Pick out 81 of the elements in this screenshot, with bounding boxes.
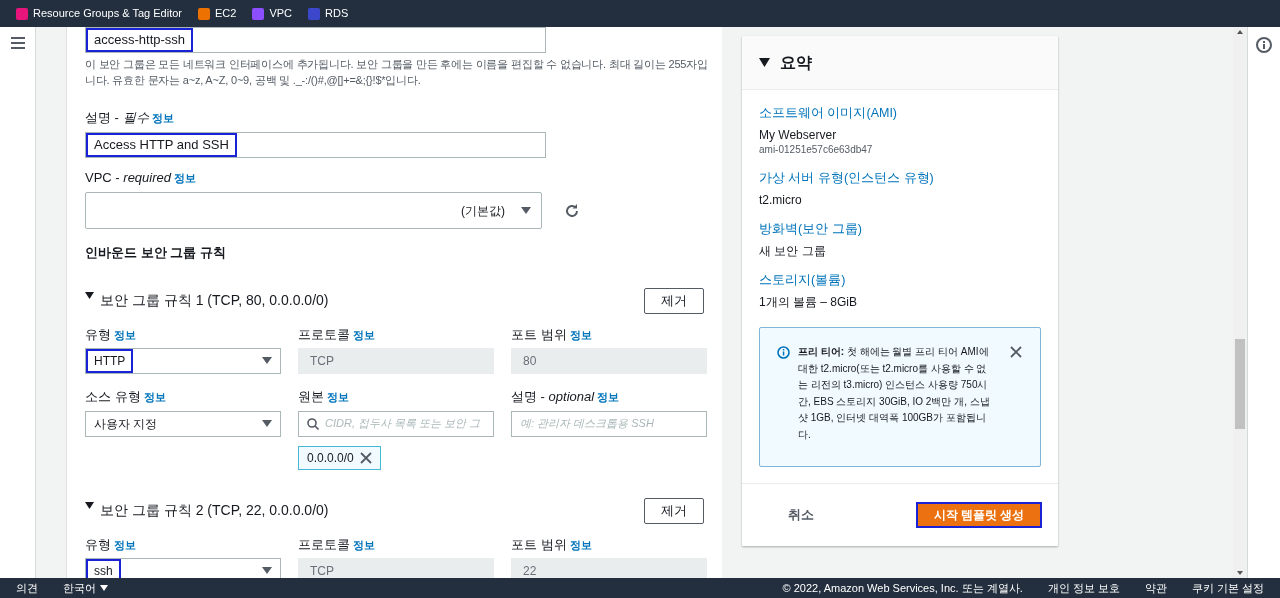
summary-value: 새 보안 그룹 — [759, 243, 827, 259]
caret-icon — [521, 206, 531, 215]
caret-icon — [262, 567, 272, 575]
summary-value: 1개의 볼륨 – 8GiB — [759, 294, 859, 310]
language-selector[interactable]: 한국어 — [63, 579, 108, 597]
name-field[interactable]: access-http-ssh — [85, 27, 546, 53]
field-label: 포트 범위 — [511, 325, 567, 344]
info-link[interactable]: 정보 — [569, 536, 592, 553]
info-link[interactable]: 정보 — [569, 326, 592, 343]
info-icon[interactable] — [1256, 37, 1272, 53]
caret-icon — [100, 585, 108, 591]
alert-text: 프리 티어: 첫 해에는 월별 프리 티어 AMI에 대한 t2.micro(또는 t2.micro를 사용할 수 없는 리전의 t3.micro) 인스턴스 사용량 750시간, EBS 스토리지 30GiB, IO 2백만 개, 스냅샷 1GB, 인터넷 대역폭 100GB가 포함됩니다. — [798, 345, 991, 442]
field-label: 설명 - 필수 — [85, 109, 149, 127]
field-label: 설명 - optional — [511, 388, 595, 406]
service-link[interactable]: VPC — [252, 5, 292, 22]
feedback-link[interactable]: 의견 — [16, 579, 38, 597]
refresh-icon[interactable] — [564, 202, 580, 219]
summary-heading[interactable]: 스토리지(볼륨) — [759, 271, 1041, 289]
disabled-field: 22 — [511, 558, 707, 578]
menu-icon[interactable] — [10, 37, 25, 49]
select-field[interactable]: HTTP — [85, 348, 281, 374]
info-icon — [777, 346, 790, 359]
field-label: 프로토콜 — [298, 535, 350, 554]
copyright-text: © 2022, Amazon Web Services, Inc. 또는 계열사. — [782, 580, 1023, 596]
close-icon[interactable] — [359, 451, 372, 464]
field-value: HTTP — [86, 349, 134, 373]
service-link[interactable]: RDS — [308, 5, 349, 22]
info-link[interactable]: 정보 — [327, 389, 349, 406]
filter-chip: 0.0.0.0/0 — [298, 445, 381, 470]
field-value: 사용자 지정 — [93, 415, 159, 433]
footer-link[interactable]: 약관 — [1144, 579, 1167, 597]
rule-title: 보안 그룹 규칙 2 (TCP, 22, 0.0.0.0/0) — [100, 501, 329, 520]
panel-title: 요약 — [780, 52, 812, 73]
info-link[interactable]: 정보 — [353, 536, 375, 553]
summary-value: t2.micro — [759, 192, 803, 208]
field-label: 원본 — [298, 388, 324, 406]
scrollbar[interactable] — [1233, 27, 1247, 578]
remove-button[interactable]: 제거 — [644, 287, 704, 314]
field-label: 포트 범위 — [511, 535, 567, 554]
disabled-field: TCP — [298, 558, 494, 578]
field-value: Access HTTP and SSH — [86, 132, 237, 157]
info-link[interactable]: 정보 — [151, 110, 174, 127]
cancel-button[interactable]: 취소 — [788, 505, 814, 525]
field-label: 소스 유형 — [85, 388, 141, 406]
field-label: VPC - required — [85, 168, 171, 187]
service-link[interactable]: Resource Groups & Tag Editor — [16, 5, 182, 22]
field-label: 유형 — [85, 535, 111, 554]
disabled-field: 80 — [511, 348, 707, 374]
select-field[interactable]: 사용자 지정 — [85, 410, 281, 437]
description-field[interactable]: Access HTTP and SSH — [85, 131, 546, 158]
expand-caret-icon[interactable] — [85, 502, 94, 509]
info-link[interactable]: 정보 — [353, 326, 375, 343]
rule-title: 보안 그룹 규칙 1 (TCP, 80, 0.0.0.0/0) — [100, 291, 329, 310]
field-label: 프로토콜 — [298, 325, 350, 344]
info-link[interactable]: 정보 — [597, 389, 620, 406]
summary-heading[interactable]: 가상 서버 유형(인스턴스 유형) — [759, 169, 1041, 187]
summary-id: ami-01251e57c6e63db47 — [759, 143, 874, 157]
section-heading: 인바운드 보안 그룹 규칙 — [85, 244, 227, 262]
info-link[interactable]: 정보 — [143, 389, 166, 406]
summary-heading[interactable]: 방화벽(보안 그룹) — [759, 220, 1041, 238]
caret-icon — [262, 357, 272, 365]
caret-icon — [262, 419, 272, 428]
field-label: 유형 — [85, 325, 111, 344]
expand-caret-icon[interactable] — [85, 292, 94, 299]
info-link[interactable]: 정보 — [174, 169, 196, 186]
summary-heading[interactable]: 소프트웨어 이미지(AMI) — [759, 104, 1041, 122]
close-icon[interactable] — [1010, 346, 1022, 358]
field-value: access-http-ssh — [86, 28, 194, 52]
footer-link[interactable]: 쿠키 기본 설정 — [1191, 579, 1264, 597]
info-link[interactable]: 정보 — [114, 326, 136, 343]
hint-text: 이 보안 그룹은 모든 네트워크 인터페이스에 추가됩니다. 보안 그룹을 만든 후에는 이름을 편집할 수 없습니다. 최대 길이는 255자입니다. 유효한 문자는 a~z, A~Z, 0~9, 공백 및 ._-:/()#,@[]+=&;{}!$*입니다. — [85, 57, 709, 88]
placeholder-text: CIDR, 접두사 목록 또는 보안 그 — [325, 416, 481, 432]
disabled-field: TCP — [298, 348, 494, 374]
search-icon — [307, 417, 319, 430]
vpc-select[interactable]: (기본값) — [85, 192, 542, 229]
remove-button[interactable]: 제거 — [644, 497, 704, 524]
summary-value: My Webserver — [759, 127, 838, 143]
footer-link[interactable]: 개인 정보 보호 — [1047, 579, 1120, 597]
expand-caret-icon[interactable] — [759, 58, 770, 67]
service-link[interactable]: EC2 — [198, 5, 237, 22]
info-link[interactable]: 정보 — [114, 536, 136, 553]
